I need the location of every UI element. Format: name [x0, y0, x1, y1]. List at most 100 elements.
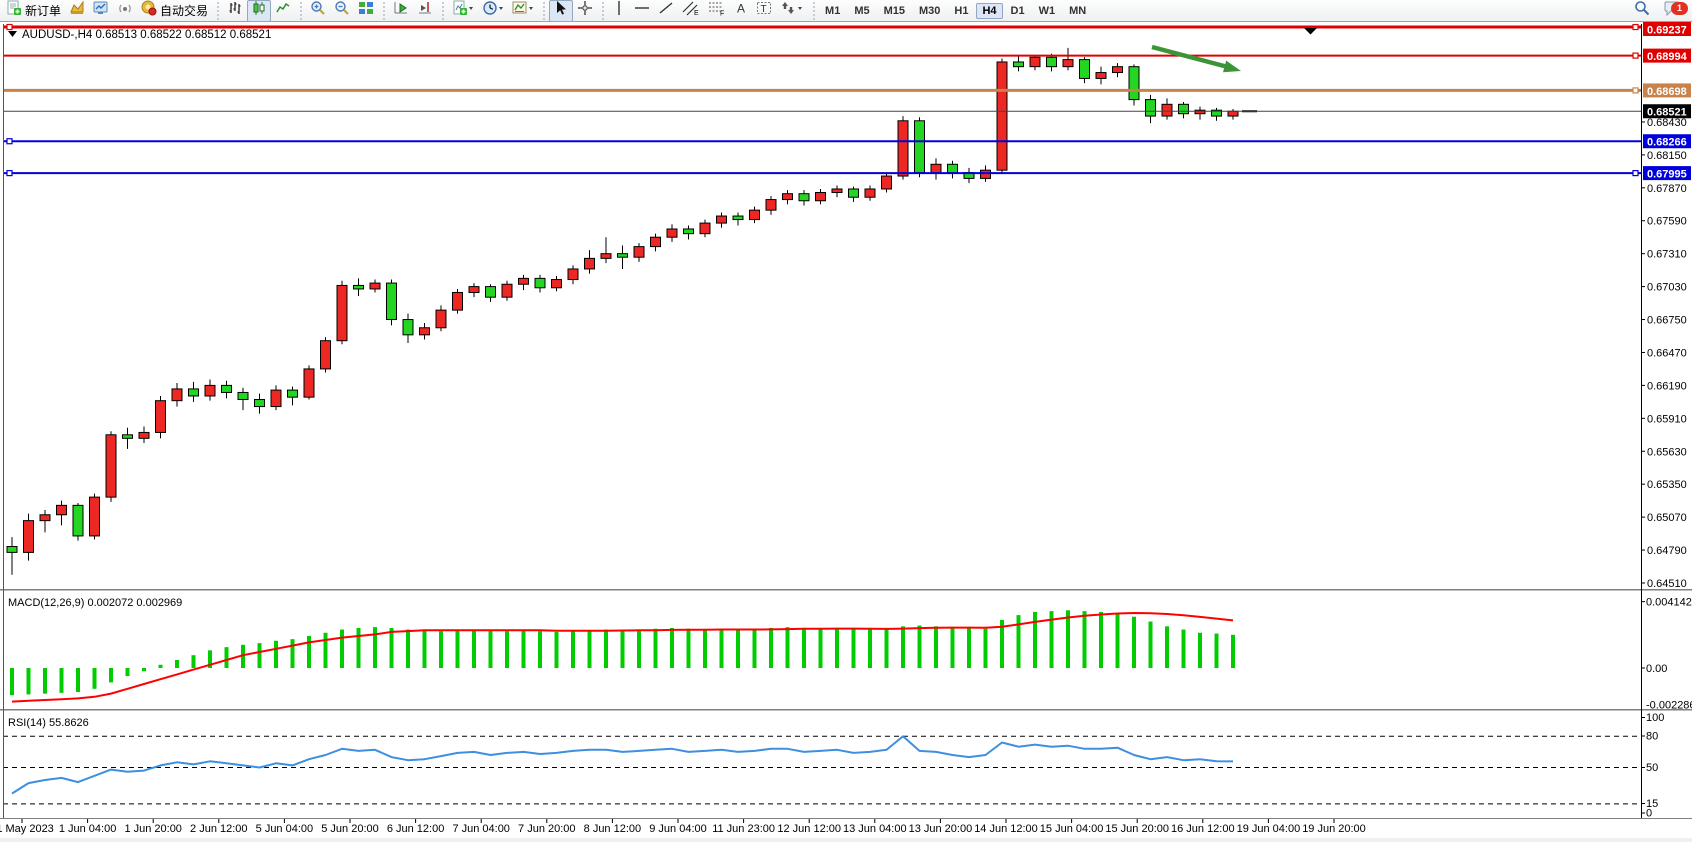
svg-text:0.68994: 0.68994	[1647, 51, 1688, 63]
svg-text:80: 80	[1646, 731, 1658, 743]
timeframe-button-M1[interactable]: M1	[819, 3, 846, 19]
hline-handle[interactable]	[1633, 171, 1638, 176]
bar-chart-mode-button[interactable]	[223, 0, 247, 22]
hline-handle[interactable]	[7, 25, 12, 30]
market-watch-button[interactable]	[89, 0, 113, 22]
hline-handle[interactable]	[1633, 88, 1638, 93]
chart-title: AUDUSD-,H4 0.68513 0.68522 0.68512 0.685…	[8, 29, 271, 41]
svg-text:7 Jun 04:00: 7 Jun 04:00	[452, 823, 510, 835]
svg-text:T: T	[761, 4, 767, 15]
toolbar-separator	[380, 2, 387, 20]
horizontal-line-icon	[634, 0, 650, 21]
vertical-line-tool-button[interactable]	[608, 0, 630, 22]
price-tag-0.68698: 0.68698	[1643, 83, 1691, 98]
add-indicator-button[interactable]	[448, 0, 478, 22]
template-button[interactable]	[508, 0, 538, 22]
hline-handle[interactable]	[1633, 25, 1638, 30]
svg-text:0.67310: 0.67310	[1647, 249, 1687, 261]
svg-text:19 Jun 04:00: 19 Jun 04:00	[1237, 823, 1301, 835]
timeframe-button-H4[interactable]: H4	[976, 3, 1002, 19]
fibonacci-tool-button[interactable]: F	[704, 0, 730, 22]
line-chart-icon	[275, 0, 291, 21]
svg-text:13 Jun 20:00: 13 Jun 20:00	[909, 823, 973, 835]
svg-text:0.66750: 0.66750	[1647, 315, 1687, 327]
timeframe-button-D1[interactable]: D1	[1005, 3, 1031, 19]
zoom-out-icon	[334, 0, 350, 21]
new-chart-icon	[69, 0, 85, 21]
svg-text:E: E	[694, 10, 699, 16]
tile-windows-button[interactable]	[354, 0, 378, 22]
svg-text:0: 0	[1646, 808, 1652, 820]
signals-icon	[117, 0, 133, 21]
svg-text:14 Jun 12:00: 14 Jun 12:00	[974, 823, 1038, 835]
clock-icon	[482, 0, 504, 21]
svg-text:7 Jun 20:00: 7 Jun 20:00	[518, 823, 576, 835]
svg-text:0.65070: 0.65070	[1647, 512, 1687, 524]
svg-text:1 Jun 04:00: 1 Jun 04:00	[59, 823, 117, 835]
toolbar-separator	[810, 2, 817, 20]
new-chart-button[interactable]	[65, 0, 89, 22]
signals-button[interactable]	[113, 0, 137, 22]
svg-text:0.67590: 0.67590	[1647, 216, 1687, 228]
period-selector-button[interactable]	[478, 0, 508, 22]
auto-scroll-button[interactable]	[389, 0, 413, 22]
svg-text:0.67870: 0.67870	[1647, 183, 1687, 195]
auto-scroll-icon	[393, 0, 409, 21]
auto-trading-button[interactable]: 自动交易	[137, 0, 212, 22]
price-tag-0.67995: 0.67995	[1643, 166, 1691, 181]
price-axis[interactable]: 0.684300.681500.678700.675900.673100.670…	[1641, 117, 1687, 590]
crosshair-tool-button[interactable]	[573, 0, 597, 22]
svg-text:0.65350: 0.65350	[1647, 479, 1687, 491]
svg-text:F: F	[720, 11, 724, 17]
new-order-label: 新订单	[25, 2, 61, 19]
chart-shift-button[interactable]	[413, 0, 437, 22]
notifications-button[interactable]: 1	[1660, 0, 1686, 22]
auto-trading-label: 自动交易	[160, 2, 208, 19]
svg-text:MACD(12,26,9) 0.002072 0.00296: MACD(12,26,9) 0.002072 0.002969	[8, 597, 182, 609]
text-tool-button[interactable]: A	[730, 0, 752, 22]
svg-text:5 Jun 20:00: 5 Jun 20:00	[321, 823, 379, 835]
hline-handle[interactable]	[7, 139, 12, 144]
svg-text:16 Jun 12:00: 16 Jun 12:00	[1171, 823, 1235, 835]
svg-text:0.67030: 0.67030	[1647, 282, 1687, 294]
svg-text:5 Jun 04:00: 5 Jun 04:00	[256, 823, 314, 835]
fibonacci-icon: F	[708, 0, 726, 21]
trendline-tool-button[interactable]	[654, 0, 678, 22]
svg-text:0.66470: 0.66470	[1647, 347, 1687, 359]
svg-text:0.66190: 0.66190	[1647, 380, 1687, 392]
timeframe-button-M15[interactable]: M15	[878, 3, 911, 19]
arrows-tool-button[interactable]	[776, 0, 808, 22]
line-chart-mode-button[interactable]	[271, 0, 295, 22]
timeframe-button-M5[interactable]: M5	[848, 3, 875, 19]
timeframe-button-W1[interactable]: W1	[1033, 3, 1062, 19]
equidistant-channel-tool-button[interactable]: E	[678, 0, 704, 22]
candlestick-mode-button[interactable]	[247, 0, 271, 22]
zoom-out-button[interactable]	[330, 0, 354, 22]
timeframe-button-M30[interactable]: M30	[913, 3, 946, 19]
new-order-button[interactable]: 新订单	[2, 0, 65, 22]
chart-shift-icon	[417, 0, 433, 21]
price-tag-0.68994: 0.68994	[1643, 49, 1691, 64]
tile-windows-icon	[358, 0, 374, 21]
cursor-icon	[553, 0, 569, 21]
svg-text:100: 100	[1646, 712, 1664, 724]
timeframe-button-MN[interactable]: MN	[1063, 3, 1092, 19]
hline-handle[interactable]	[1633, 53, 1638, 58]
search-button[interactable]	[1630, 0, 1654, 22]
toolbar-separator	[214, 2, 221, 20]
hline-handle[interactable]	[7, 171, 12, 176]
cursor-tool-button[interactable]	[549, 0, 573, 22]
horizontal-line-tool-button[interactable]	[630, 0, 654, 22]
svg-text:0.67995: 0.67995	[1647, 169, 1687, 181]
svg-text:31 May 2023: 31 May 2023	[0, 823, 54, 835]
text-label-tool-button[interactable]: T	[752, 0, 776, 22]
svg-text:0.65910: 0.65910	[1647, 413, 1687, 425]
timeframe-bar: M1M5M15M30H1H4D1W1MN	[819, 3, 1092, 19]
timeframe-button-H1[interactable]: H1	[948, 3, 974, 19]
chart-area[interactable]: MACD(12,26,9) 0.002072 0.0029690.0041420…	[0, 22, 1692, 842]
svg-text:1 Jun 20:00: 1 Jun 20:00	[124, 823, 182, 835]
toolbar-separator	[297, 2, 304, 20]
equidistant-channel-icon: E	[682, 0, 700, 21]
svg-text:19 Jun 20:00: 19 Jun 20:00	[1302, 823, 1366, 835]
zoom-in-button[interactable]	[306, 0, 330, 22]
